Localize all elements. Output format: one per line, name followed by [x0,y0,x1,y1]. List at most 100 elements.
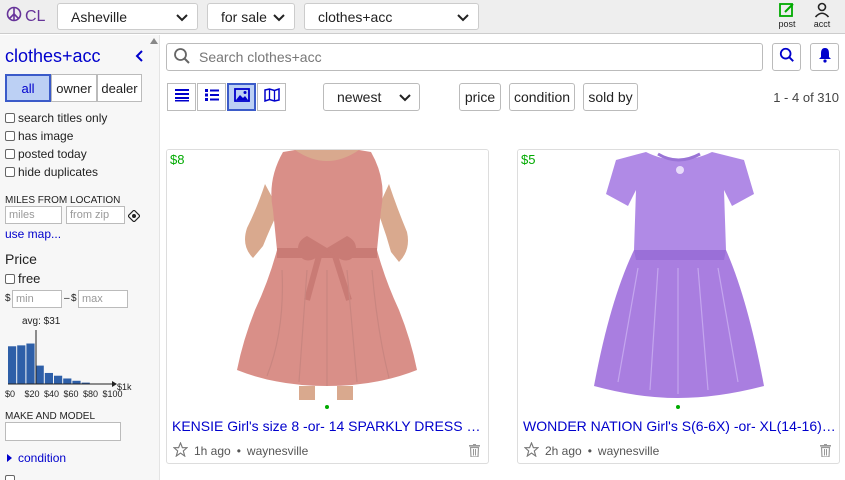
post-icon [772,1,802,19]
location-select[interactable]: Asheville [57,3,198,30]
sold-by-filter-button[interactable]: sold by [583,83,638,111]
checkbox-box[interactable] [5,167,15,177]
checkbox-label: posted today [18,147,87,161]
sort-select[interactable]: newest [323,83,420,111]
histogram-bar [54,375,63,384]
listing-image[interactable] [167,150,488,400]
listing-card[interactable]: $8 KENSIE Girl's size 8 -or- 14 SPARKLY … [166,149,489,464]
filter-sidebar: clothes+acc all owner dealer search titl… [0,35,160,480]
histogram-tick-label: $20 [24,389,40,399]
max-price-input[interactable]: max [78,290,128,308]
histogram-bar [17,345,26,384]
checkbox-label: has image [18,129,74,143]
preview-view-button[interactable] [197,83,226,111]
chevron-down-icon [271,9,287,28]
listing-title[interactable]: KENSIE Girl's size 8 -or- 14 SPARKLY DRE… [172,418,485,434]
search-input[interactable]: Search clothes+acc [166,43,763,71]
location-value: Asheville [71,8,128,25]
listing-title[interactable]: WONDER NATION Girl's S(6-6X) -or- XL(14-… [523,418,836,434]
craigslist-logo[interactable]: CL [6,6,45,27]
range-dash: – [64,293,70,304]
trash-icon[interactable] [820,444,831,462]
make-model-label: MAKE AND MODEL [5,411,96,422]
posted-today-checkbox[interactable]: posted today [5,147,87,161]
avg-price-label: avg: $31 [22,316,61,327]
scroll-up-arrow[interactable] [150,38,158,44]
checkbox-box[interactable] [5,113,15,123]
miles-input[interactable]: miles [5,206,62,224]
star-icon[interactable] [172,441,189,460]
result-count: 1 - 4 of 310 [773,90,839,105]
search-placeholder: Search clothes+acc [199,49,322,65]
sort-value: newest [337,89,382,105]
histogram-bar [63,378,72,384]
listing-age: 2h ago [545,444,582,458]
listing-card[interactable]: $5 WONDER NATION Girl's S(6-6X) -or- XL(… [517,149,840,464]
histogram-tick-label: $0 [5,389,16,399]
category-value: clothes+acc [318,8,393,25]
zip-input[interactable]: from zip [66,206,125,224]
category-select[interactable]: clothes+acc [304,3,479,30]
image-pager-dot[interactable] [676,405,680,409]
post-label: post [778,19,796,29]
histogram-tick-label: $80 [83,389,99,399]
search-button[interactable] [772,43,801,71]
peace-icon [6,6,22,27]
account-button[interactable]: acct [807,1,837,29]
histogram-bar [35,365,44,384]
hide-duplicates-checkbox[interactable]: hide duplicates [5,165,98,179]
histogram-ticks: $0 $20 $40 $60 $80 $100 $1k [0,382,140,401]
price-filter-button[interactable]: price [459,83,501,111]
checkbox-label: hide duplicates [18,165,99,179]
image-pager-dot[interactable] [325,405,329,409]
checkbox-box[interactable] [5,131,15,141]
histogram-tick-label: $60 [63,389,79,399]
seller-tab-dealer[interactable]: dealer [97,74,142,102]
histogram-bar [26,343,35,384]
checkbox-box[interactable] [5,273,15,284]
search-icon [779,47,795,68]
meta-separator: • [236,444,241,458]
histogram-tick-label: $40 [44,389,60,399]
histogram-bar [8,346,17,384]
make-model-input[interactable] [5,422,121,441]
checkbox-box[interactable] [5,475,15,480]
min-price-input[interactable]: min [12,290,62,308]
post-button[interactable]: post [772,1,802,29]
use-map-link[interactable]: use map... [5,227,61,241]
partial-checkbox[interactable] [5,475,15,480]
checkbox-box[interactable] [5,149,15,159]
bullet-list-icon [204,88,220,107]
gallery-view-button[interactable] [227,83,256,111]
section-select[interactable]: for sale [207,3,295,30]
histogram-end-label: $1k [117,382,132,392]
max-currency: $ [71,293,77,304]
chevron-down-icon [174,9,190,28]
miles-label: MILES FROM LOCATION [5,195,121,206]
listing-meta: 1h ago • waynesville [172,441,308,460]
alert-button[interactable] [810,43,839,71]
condition-filter-button[interactable]: condition [509,83,575,111]
bell-icon [818,47,832,68]
histogram-bar [44,372,53,384]
trash-icon[interactable] [469,444,480,462]
listing-location: waynesville [597,444,660,458]
collapse-sidebar-icon[interactable] [134,49,144,66]
seller-tab-all[interactable]: all [5,74,51,102]
seller-tab-owner[interactable]: owner [51,74,97,102]
free-checkbox[interactable]: free [5,271,40,286]
section-value: for sale [221,8,267,25]
list-icon [174,88,190,107]
star-icon[interactable] [523,441,540,460]
condition-expander[interactable]: condition [7,451,66,465]
list-view-button[interactable] [167,83,196,111]
has-image-checkbox[interactable]: has image [5,129,73,143]
map-view-button[interactable] [257,83,286,111]
sidebar-title: clothes+acc [5,46,101,66]
locate-icon[interactable] [127,209,141,227]
chevron-down-icon [397,89,413,108]
top-bar: CL Asheville for sale clothes+acc post a… [0,0,845,34]
search-titles-checkbox[interactable]: search titles only [5,111,107,125]
checkbox-label: free [18,271,41,286]
listing-image[interactable] [518,150,839,400]
